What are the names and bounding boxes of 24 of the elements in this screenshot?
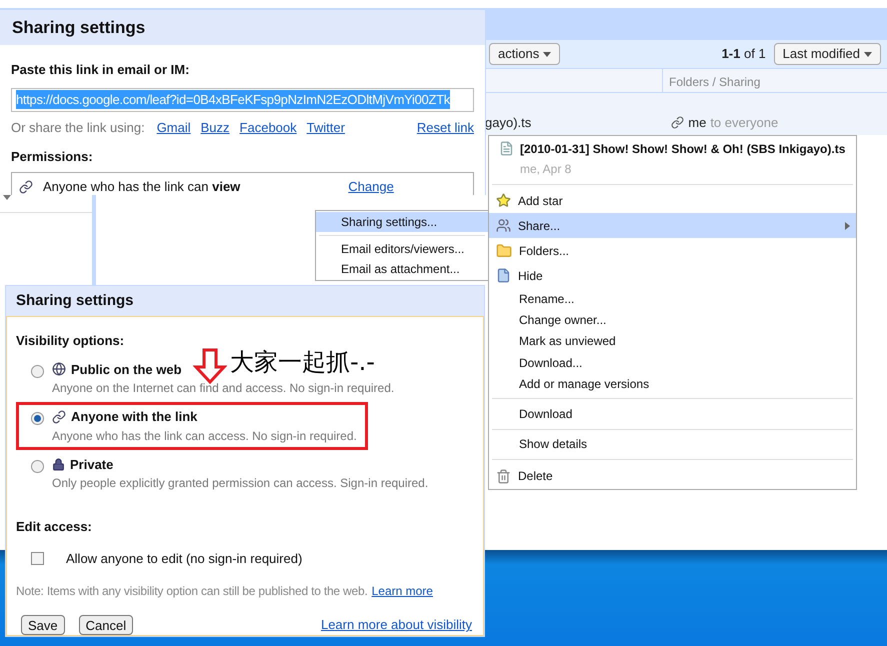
note-text: Note: Items with any visibility option can still be published to the web. [16,583,368,600]
link-label: Paste this link in email or IM: [11,61,190,79]
file-meta: me, Apr 8 [520,161,572,178]
option-description: Only people explicitly granted permission can access. Sign-in required. [52,475,428,492]
edit-access-label: Edit access: [16,518,93,536]
visibility-label: Visibility options: [16,332,126,350]
page-count: 1-1 of 1 [722,45,766,64]
dialog-title: Sharing settings [6,286,484,316]
annotation-caption: 大家一起抓-.- [230,347,375,378]
sharing-text: to everyone [710,114,778,132]
option-title: Private [70,456,114,474]
option-description: Anyone who has the link can access. No sign-in required. [52,428,357,444]
permissions-label: Permissions: [11,148,94,166]
permission-text: Anyone who has the link can view [43,178,240,195]
file-title: [2010-01-31] Show! Show! Show! & Oh! (SBS Inkigayo).ts [520,141,846,158]
file-name: gayo).ts [485,114,532,132]
sharing-owner: me [688,114,706,132]
checkbox-label: Allow anyone to edit (no sign-in required) [66,550,302,568]
dialog-title: Sharing settings [0,10,485,45]
option-title: Public on the web [71,360,182,378]
share-label: Or share the link using: [11,118,145,137]
option-title: Anyone with the link [71,408,198,426]
option-description: Anyone on the Internet can find and access. No sign-in required. [52,380,394,397]
link-value: https://docs.google.com/leaf?id=0B4xBFeKFsp9pNzImN2EzODltMjVmYi00ZTk [16,90,450,110]
